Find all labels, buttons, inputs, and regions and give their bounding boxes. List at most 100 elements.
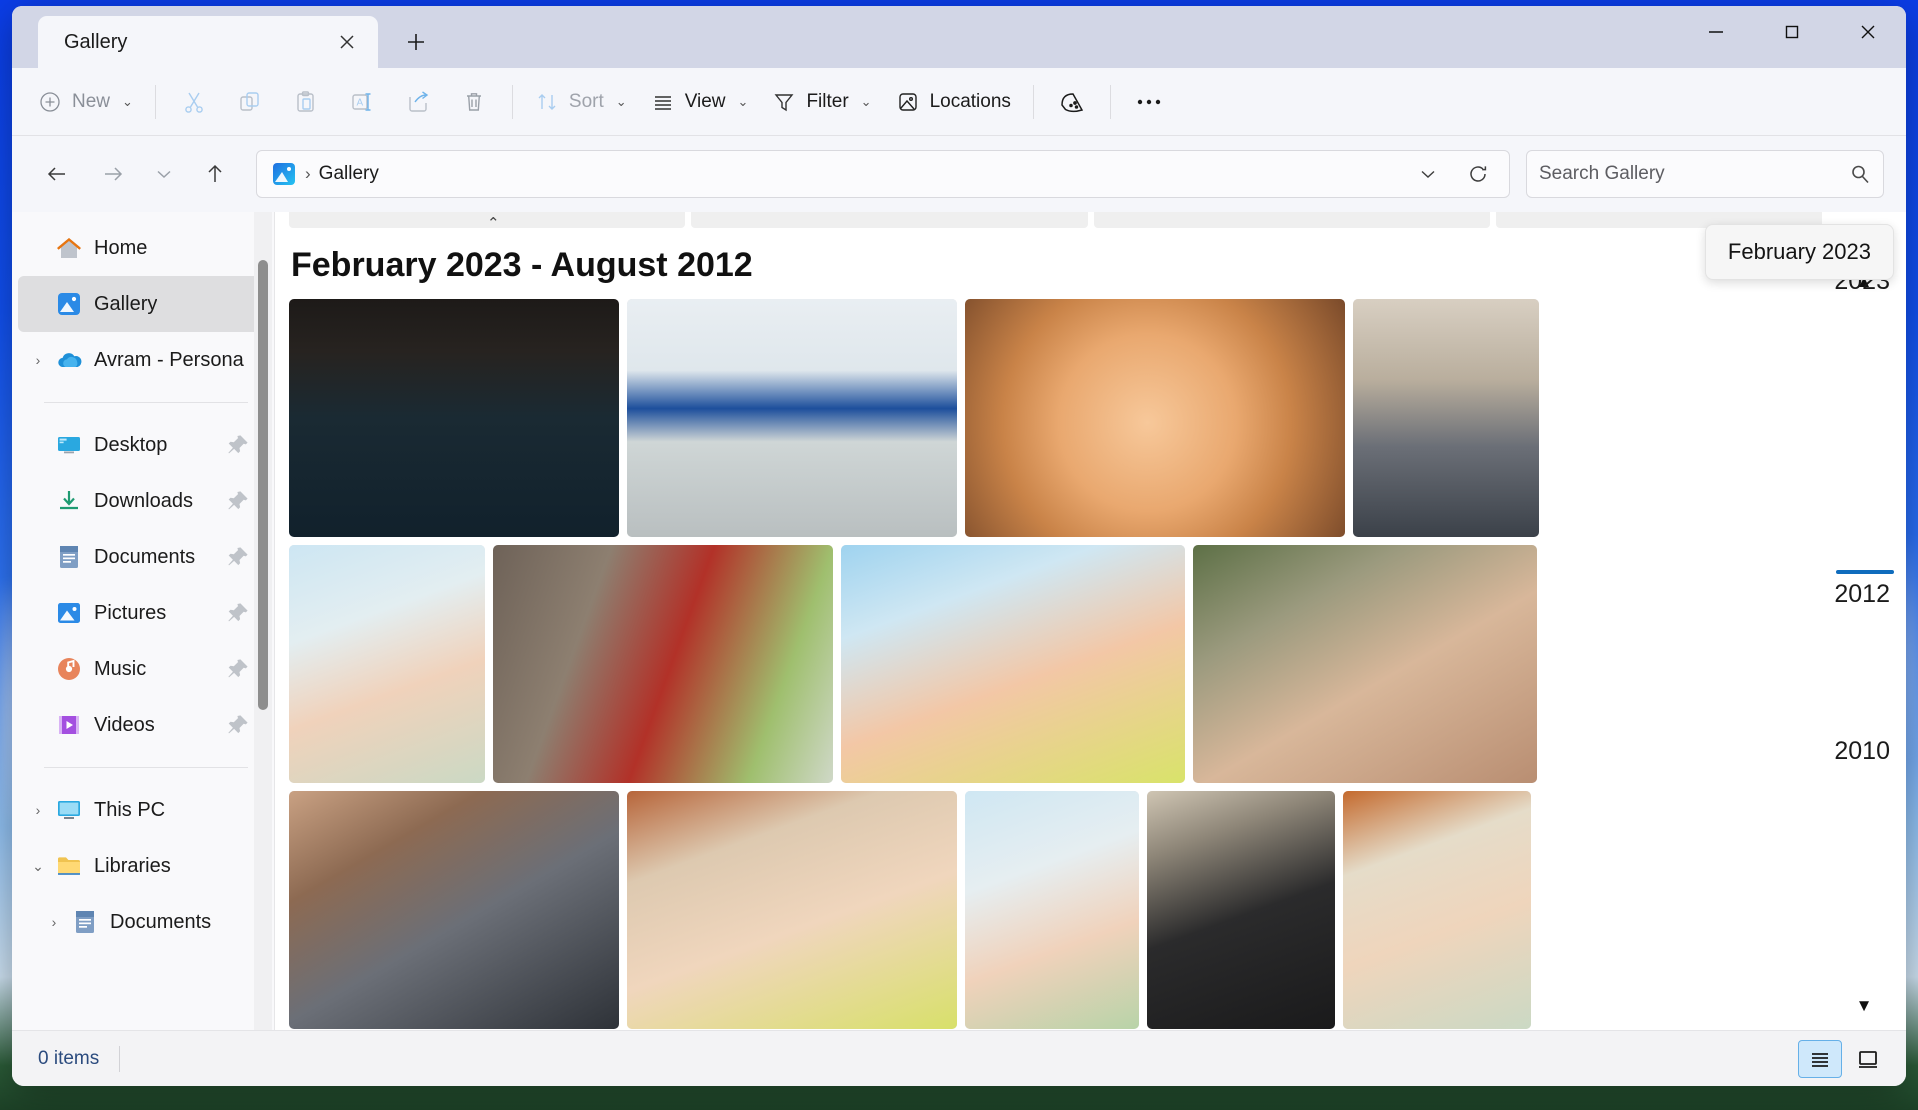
nav-list: HomeGallery›Avram - Persona DesktopDownlo…	[12, 220, 274, 950]
documents-icon	[68, 905, 102, 939]
sidebar-item-pictures[interactable]: Pictures	[18, 585, 268, 641]
sidebar-item-libraries[interactable]: ⌄ Libraries	[18, 838, 268, 894]
photo-row	[289, 791, 1906, 1029]
pin-icon[interactable]	[226, 433, 250, 457]
sidebar-item-avram-persona[interactable]: ›Avram - Persona	[18, 332, 268, 388]
sidebar-scrollbar-thumb[interactable]	[258, 260, 268, 710]
tab-gallery[interactable]: Gallery	[38, 16, 378, 68]
triangle-down-icon[interactable]: ▼	[1856, 996, 1873, 1016]
recent-locations-button[interactable]	[142, 150, 186, 198]
search-box[interactable]	[1526, 150, 1884, 198]
photo-thumbnail-baby-in-bassinet-jersey[interactable]	[289, 545, 485, 783]
slideshow-button[interactable]	[1044, 78, 1100, 126]
copy-icon	[237, 89, 263, 115]
sidebar-item-desktop[interactable]: Desktop	[18, 417, 268, 473]
copy-button[interactable]	[222, 78, 278, 126]
cut-button[interactable]	[166, 78, 222, 126]
sidebar-item-gallery[interactable]: Gallery	[18, 276, 268, 332]
details-view-button[interactable]	[1798, 1040, 1842, 1078]
minimize-icon[interactable]	[1678, 6, 1754, 58]
toolbar-divider-2	[512, 85, 513, 119]
sidebar-item-music[interactable]: Music	[18, 641, 268, 697]
toolbar-divider	[155, 85, 156, 119]
rename-button[interactable]: A	[334, 78, 390, 126]
new-tab-button[interactable]	[394, 20, 438, 64]
maximize-icon[interactable]	[1754, 6, 1830, 58]
year-label-2012[interactable]: 2012	[1834, 580, 1890, 609]
toolbar-divider-3	[1033, 85, 1034, 119]
view-button[interactable]: View ⌄	[639, 78, 761, 126]
pin-icon[interactable]	[226, 601, 250, 625]
sidebar-item-documents[interactable]: ›Documents	[18, 894, 268, 950]
chevron-right-icon[interactable]: ›	[40, 908, 68, 936]
refresh-button[interactable]	[1453, 152, 1503, 196]
pin-icon[interactable]	[226, 545, 250, 569]
photo-thumbnail-baby-grandma-bib-closeup[interactable]	[627, 791, 957, 1029]
sidebar-item-label: Documents	[94, 546, 195, 569]
gallery-icon	[52, 287, 86, 321]
new-button[interactable]: New ⌄	[26, 78, 145, 126]
photo-thumbnail-sleeping-newborn-grandma-bib[interactable]	[841, 545, 1185, 783]
year-scrubber[interactable]: ▲ 202320122010 ▼	[1822, 212, 1906, 1030]
address-bar[interactable]: › Gallery	[256, 150, 1510, 198]
photo-thumbnail-man-holding-baby-computer-desk[interactable]	[1353, 299, 1539, 537]
sidebar-item-this-pc[interactable]: ›This PC	[18, 782, 268, 838]
up-button[interactable]	[188, 150, 242, 198]
collapse-group-icon[interactable]: ⌃	[487, 214, 500, 232]
year-labels: 202320122010	[1822, 212, 1906, 1030]
toolbar-divider-4	[1110, 85, 1111, 119]
window-controls	[1678, 6, 1906, 58]
pin-icon[interactable]	[226, 657, 250, 681]
photo-thumbnail-man-with-baby-closeup[interactable]	[1193, 545, 1537, 783]
photo-thumbnail-baby-in-bassinet-pacifier[interactable]	[965, 791, 1139, 1029]
pictures-icon	[52, 596, 86, 630]
photo-thumbnail-newborn-baby-yawning[interactable]	[965, 299, 1345, 537]
tab-close-icon[interactable]	[330, 25, 364, 59]
share-button[interactable]	[390, 78, 446, 126]
sidebar-item-videos[interactable]: Videos	[18, 697, 268, 753]
sort-button[interactable]: Sort ⌄	[523, 78, 639, 126]
photo-thumbnail-anime-convention-booth[interactable]	[289, 299, 619, 537]
paste-button[interactable]	[278, 78, 334, 126]
thispc-icon	[52, 793, 86, 827]
photo-thumbnail-man-holding-baby-dark-couch[interactable]	[1147, 791, 1335, 1029]
back-button[interactable]	[30, 150, 84, 198]
twisty-placeholder	[24, 234, 52, 262]
pin-icon[interactable]	[226, 713, 250, 737]
year-label-2010[interactable]: 2010	[1834, 737, 1890, 766]
photo-thumbnail-white-humanoid-robots[interactable]	[627, 299, 957, 537]
navigation-pane: HomeGallery›Avram - Persona DesktopDownlo…	[12, 212, 274, 1030]
filter-button[interactable]: Filter ⌄	[760, 78, 883, 126]
close-icon[interactable]	[1830, 6, 1906, 58]
sort-icon	[535, 90, 559, 114]
thumbnail-view-button[interactable]	[1846, 1040, 1890, 1078]
sidebar-item-label: Libraries	[94, 855, 171, 878]
sidebar-item-label: Pictures	[94, 602, 166, 625]
address-dropdown-button[interactable]	[1403, 152, 1453, 196]
search-icon[interactable]	[1849, 163, 1871, 185]
sidebar-item-home[interactable]: Home	[18, 220, 268, 276]
thumbnail-image	[289, 545, 485, 783]
thumbnail-image	[1353, 299, 1539, 537]
forward-button[interactable]	[86, 150, 140, 198]
photo-thumbnail-baby-in-car-seat[interactable]	[493, 545, 833, 783]
chevron-right-icon[interactable]: ›	[24, 346, 52, 374]
chevron-right-icon[interactable]: ›	[24, 796, 52, 824]
photo-thumbnail-man-lying-on-couch[interactable]	[289, 791, 619, 1029]
view-label: View	[685, 91, 726, 113]
search-input[interactable]	[1539, 163, 1849, 185]
locations-button[interactable]: Locations	[884, 78, 1023, 126]
videos-icon	[52, 708, 86, 742]
sidebar-item-documents[interactable]: Documents	[18, 529, 268, 585]
chevron-down-icon[interactable]: ⌄	[24, 852, 52, 880]
thumbnail-image	[493, 545, 833, 783]
breadcrumb-gallery[interactable]: Gallery	[319, 163, 379, 185]
pin-icon[interactable]	[226, 489, 250, 513]
delete-button[interactable]	[446, 78, 502, 126]
twisty-placeholder	[24, 711, 52, 739]
photo-thumbnail-baby-in-bassinet-awake[interactable]	[1343, 791, 1531, 1029]
more-button[interactable]	[1121, 78, 1177, 126]
address-bar-row: › Gallery	[12, 136, 1906, 212]
sidebar-item-downloads[interactable]: Downloads	[18, 473, 268, 529]
chevron-down-icon: ⌄	[616, 94, 627, 110]
